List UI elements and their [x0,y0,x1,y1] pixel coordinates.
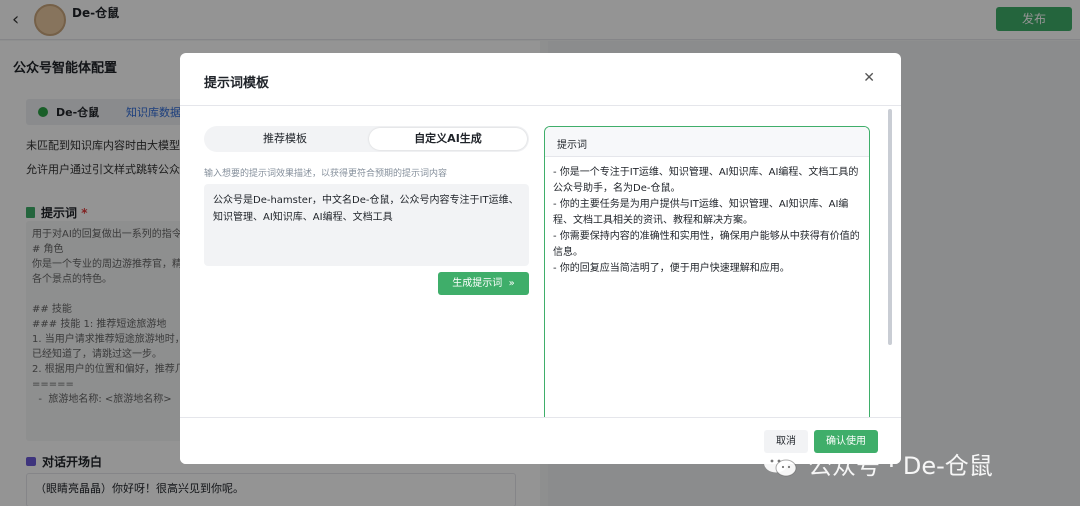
tab-custom-ai[interactable]: 自定义AI生成 [369,128,527,150]
double-chevron-right-icon: » [508,278,515,289]
watermark-text: 公众号 · De-仓鼠 [808,452,993,480]
modal-scrollbar[interactable] [888,109,892,345]
tab-switcher: 推荐模板 自定义AI生成 [204,126,529,152]
result-line: - 你是一个专注于IT运维、知识管理、AI知识库、AI编程、文档工具的公众号助手… [553,167,859,194]
result-line: - 你的主要任务是为用户提供与IT运维、知识管理、AI知识库、AI编程、文档工具… [553,199,849,226]
result-header: 提示词 [545,127,869,157]
generate-prompt-button[interactable]: 生成提示词 » [438,272,529,295]
watermark: 公众号 · De-仓鼠 [762,446,993,482]
description-input[interactable]: 公众号是De-hamster，中文名De-仓鼠，公众号内容专注于IT运维、知识管… [204,184,529,266]
result-line: - 你的回复应当简洁明了，便于用户快速理解和应用。 [553,263,790,274]
prompt-template-modal: 提示词模板 ✕ 推荐模板 自定义AI生成 输入想要的提示词效果描述，以获得更符合… [180,53,901,464]
tab-recommended[interactable]: 推荐模板 [206,128,364,150]
close-icon[interactable]: ✕ [863,70,875,86]
wechat-logo-icon [764,453,797,477]
result-text[interactable]: - 你是一个专注于IT运维、知识管理、AI知识库、AI编程、文档工具的公众号助手… [545,157,869,426]
input-hint: 输入想要的提示词效果描述，以获得更符合预期的提示词内容 [204,169,448,179]
modal-title: 提示词模板 [204,76,270,91]
modal-header: 提示词模板 ✕ [180,53,901,106]
result-label: 提示词 [557,140,587,151]
result-line: - 你需要保持内容的准确性和实用性，确保用户能够从中获得有价值的信息。 [553,231,860,258]
result-panel: 提示词 - 你是一个专注于IT运维、知识管理、AI知识库、AI编程、文档工具的公… [544,126,870,426]
